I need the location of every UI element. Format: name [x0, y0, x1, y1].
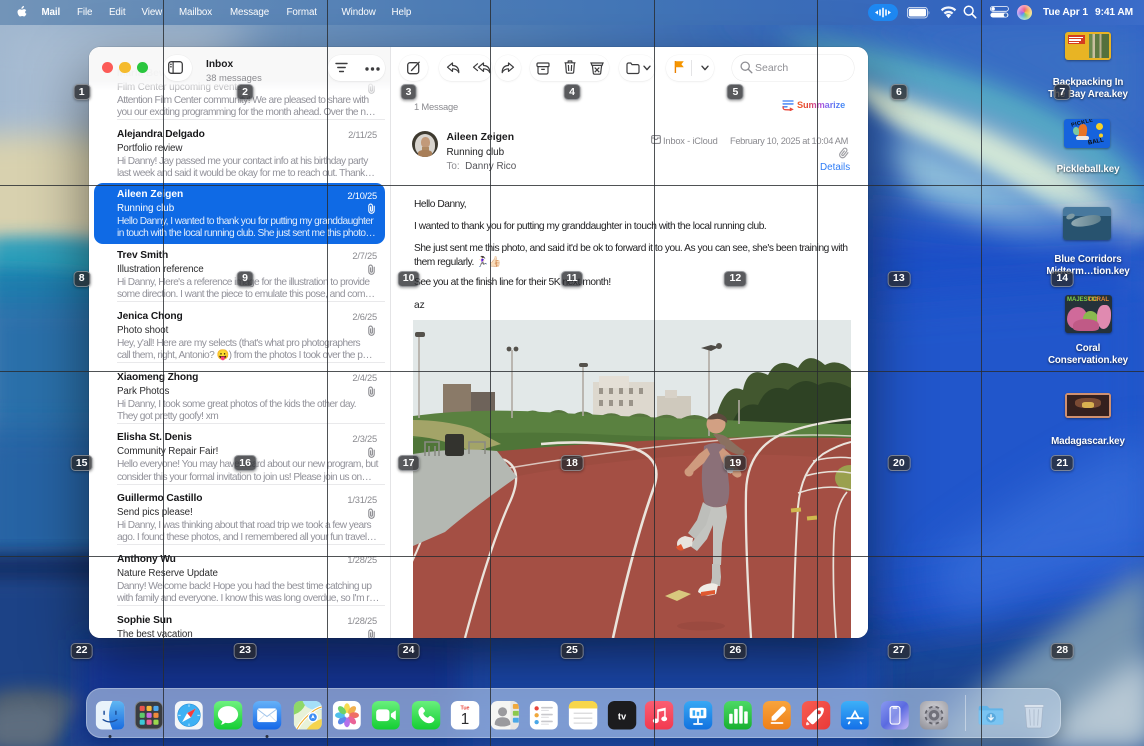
svg-text:tv: tv [618, 711, 627, 721]
svg-text:1: 1 [461, 711, 469, 728]
